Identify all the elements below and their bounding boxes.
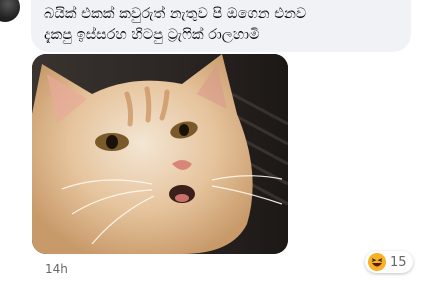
comment-photo[interactable] [32, 54, 288, 254]
reaction-count: 15 [390, 254, 407, 270]
commenter-avatar[interactable] [0, 0, 20, 22]
comment-timestamp[interactable]: 14h [45, 262, 68, 276]
comment-text: බයික් එකක් කවුරුත් නැතුව පි ඔගෙන එනව දැක… [44, 6, 307, 43]
haha-emoji-icon [368, 253, 386, 271]
cat-photo-illustration [32, 54, 288, 254]
reaction-summary[interactable]: 15 [365, 251, 413, 273]
